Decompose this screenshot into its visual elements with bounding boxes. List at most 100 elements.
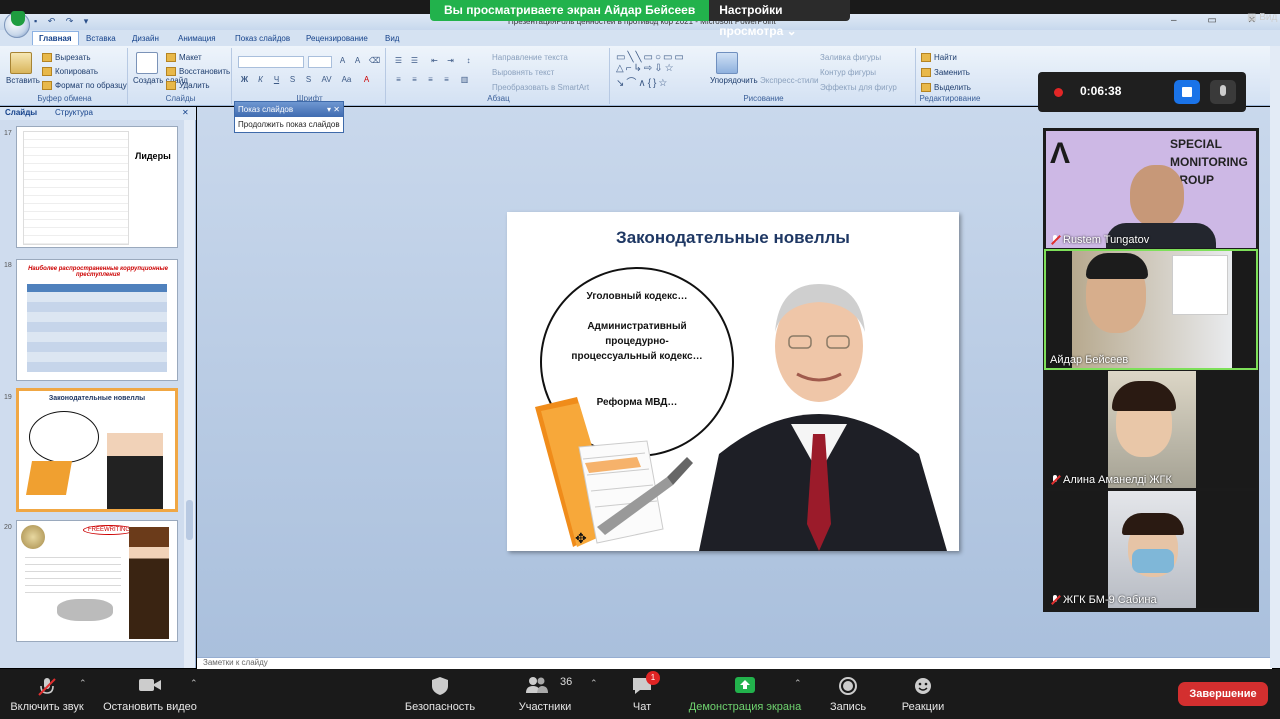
- layout-button[interactable]: Макет: [166, 53, 202, 63]
- current-slide[interactable]: Законодательные новеллы Уголовный кодекс…: [507, 212, 959, 551]
- reset-button[interactable]: Восстановить: [166, 67, 230, 77]
- arrange-button[interactable]: Упорядочить: [710, 76, 758, 85]
- columns-icon[interactable]: ▥: [458, 75, 471, 87]
- align-left-icon[interactable]: ≡: [392, 75, 405, 87]
- smartart-button[interactable]: Преобразовать в SmartArt: [492, 83, 589, 92]
- cursor-icon: ✥: [575, 530, 587, 546]
- find-label: Найти: [934, 53, 957, 62]
- tab-design[interactable]: Дизайн: [126, 32, 165, 45]
- shield-icon: [11, 11, 25, 26]
- italic-icon[interactable]: К: [254, 75, 267, 87]
- shadow-icon[interactable]: S: [302, 75, 315, 87]
- thumb-title: Законодательные новеллы: [48, 395, 146, 402]
- tab-home[interactable]: Главная: [32, 31, 79, 45]
- mic-muted-icon: [38, 678, 56, 696]
- canvas-scrollbar[interactable]: [1270, 46, 1280, 668]
- view-options-button[interactable]: Настройки просмотра ⌄: [709, 0, 850, 38]
- mic-button[interactable]: [1210, 80, 1236, 104]
- bold-icon[interactable]: Ж: [238, 75, 251, 87]
- end-meeting-button[interactable]: Завершение: [1178, 682, 1268, 706]
- shield-icon: [432, 677, 448, 695]
- thumb-text: [25, 551, 121, 595]
- justify-icon[interactable]: ≡: [440, 75, 453, 87]
- mic-muted-icon: [1050, 475, 1060, 485]
- text-direction-button[interactable]: Направление текста: [492, 53, 568, 62]
- tab-view[interactable]: Вид: [379, 32, 405, 45]
- align-right-icon[interactable]: ≡: [424, 75, 437, 87]
- record-button[interactable]: Запись: [824, 669, 872, 719]
- copy-button[interactable]: Копировать: [42, 67, 98, 77]
- mic-muted-icon: [1050, 235, 1060, 245]
- slide-thumbnail-17[interactable]: Лидеры: [16, 126, 178, 248]
- view-options-label: Настройки просмотра: [719, 3, 784, 38]
- format-painter-label: Формат по образцу: [55, 81, 127, 90]
- share-options-caret[interactable]: ⌃: [794, 678, 802, 689]
- cut-button[interactable]: Вырезать: [42, 53, 91, 63]
- smiley-icon: [915, 678, 931, 694]
- align-text-button[interactable]: Выровнять текст: [492, 68, 554, 77]
- line-spacing-icon[interactable]: ↕: [462, 56, 475, 68]
- tab-review[interactable]: Рецензирование: [300, 32, 374, 45]
- participant-tile[interactable]: Алина Аманелді ЖГК: [1046, 371, 1256, 488]
- slide-thumbnail-18[interactable]: Наиболее распространенные коррупционные …: [16, 259, 178, 381]
- tab-insert[interactable]: Вставка: [80, 32, 122, 45]
- stop-video-button[interactable]: Остановить видео: [96, 669, 204, 719]
- replace-button[interactable]: Заменить: [921, 68, 970, 78]
- chat-button[interactable]: 1 Чат: [622, 669, 662, 719]
- align-center-icon[interactable]: ≡: [408, 75, 421, 87]
- participants-button[interactable]: 36 Участники: [510, 669, 580, 719]
- scroll-thumb[interactable]: [186, 500, 193, 540]
- close-icon[interactable]: ▾ ✕: [327, 102, 340, 117]
- shapes-gallery[interactable]: ▭╲╲▭○▭▭ △⌐↳⇨⇩☆ ↘⌒∧{}☆: [616, 52, 686, 89]
- share-screen-button[interactable]: Демонстрация экрана: [684, 669, 806, 719]
- participant-tile[interactable]: Λ SPECIAL MONITORING GROUP Rustem Tungatov: [1046, 131, 1256, 248]
- format-painter-button[interactable]: Формат по образцу: [42, 81, 127, 91]
- case-icon[interactable]: Aa: [340, 75, 353, 87]
- select-button[interactable]: Выделить: [921, 83, 971, 93]
- view-button[interactable]: ▦ Вид: [1247, 12, 1277, 23]
- tab-slides[interactable]: Слайды: [5, 108, 37, 117]
- thumb-number: 20: [4, 524, 12, 531]
- participant-tile-active[interactable]: Айдар Бейсеев: [1044, 249, 1258, 370]
- resume-slideshow-item[interactable]: Продолжить показ слайдов: [235, 117, 343, 132]
- numbering-icon[interactable]: ☰: [408, 56, 421, 68]
- stop-recording-button[interactable]: [1174, 80, 1200, 104]
- quick-access-toolbar[interactable]: ▪ ↶ ↷ ▾: [34, 16, 92, 27]
- shrink-font-icon[interactable]: A: [351, 56, 364, 68]
- font-size-field[interactable]: [308, 56, 332, 68]
- delete-button[interactable]: Удалить: [166, 81, 210, 91]
- tab-animation[interactable]: Анимация: [172, 32, 222, 45]
- slides-caption: Слайды: [165, 94, 196, 103]
- shape-effects-button[interactable]: Эффекты для фигур: [820, 83, 897, 92]
- slide-thumbnail-20[interactable]: FREEWRITING: [16, 520, 178, 642]
- spacing-icon[interactable]: AV: [320, 75, 333, 87]
- reactions-button[interactable]: Реакции: [896, 669, 950, 719]
- font-color-icon[interactable]: A: [360, 75, 373, 87]
- tab-slideshow[interactable]: Показ слайдов: [229, 32, 296, 45]
- underline-icon[interactable]: Ч: [270, 75, 283, 87]
- bullets-icon[interactable]: ☰: [392, 56, 405, 68]
- participants-options-caret[interactable]: ⌃: [590, 678, 598, 689]
- clear-format-icon[interactable]: ⌫: [368, 56, 381, 68]
- grow-font-icon[interactable]: A: [336, 56, 349, 68]
- indent-icon[interactable]: ⇤: [428, 56, 441, 68]
- participant-tile[interactable]: ЖГК БМ-9 Сабина: [1046, 491, 1256, 608]
- audio-options-caret[interactable]: ⌃: [79, 678, 87, 689]
- tab-outline[interactable]: Структура: [55, 108, 93, 117]
- thumb-table: [27, 284, 167, 372]
- strike-icon[interactable]: S: [286, 75, 299, 87]
- notes-pane[interactable]: Заметки к слайду: [197, 657, 1272, 669]
- font-name-field[interactable]: [238, 56, 304, 68]
- outdent-icon[interactable]: ⇥: [444, 56, 457, 68]
- shape-fill-button[interactable]: Заливка фигуры: [820, 53, 881, 62]
- close-pane-icon[interactable]: ✕: [182, 108, 189, 117]
- thumbnail-scrollbar[interactable]: [184, 120, 195, 668]
- unmute-button[interactable]: Включить звук: [4, 669, 90, 719]
- find-button[interactable]: Найти: [921, 53, 957, 63]
- slide-thumbnail-19[interactable]: Законодательные новеллы: [16, 388, 178, 512]
- paste-button[interactable]: Вставить: [6, 76, 40, 85]
- quick-styles-button[interactable]: Экспресс-стили: [760, 76, 819, 85]
- video-options-caret[interactable]: ⌃: [190, 678, 198, 689]
- shape-outline-button[interactable]: Контур фигуры: [820, 68, 876, 77]
- security-button[interactable]: Безопасность: [400, 669, 480, 719]
